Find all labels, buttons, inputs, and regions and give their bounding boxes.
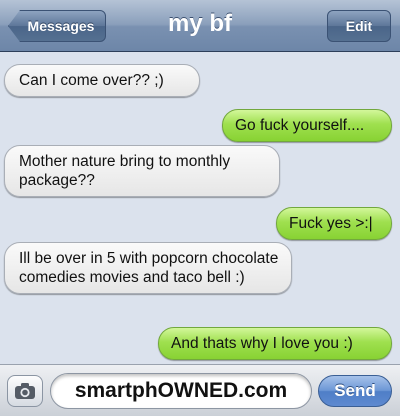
send-button[interactable]: Send <box>318 375 392 407</box>
message-bubble-received: Ill be over in 5 with popcorn chocolate … <box>4 242 292 294</box>
message-bubble-received: Can I come over?? ;) <box>4 64 200 97</box>
message-bubble-sent: Fuck yes >:| <box>276 207 392 240</box>
message-bubble-sent: Go fuck yourself.... <box>222 109 392 142</box>
nav-bar: Messages my bf Edit <box>0 0 400 52</box>
message-input[interactable]: smartphOWNED.com <box>50 373 312 409</box>
conversation: Can I come over?? ;) Go fuck yourself...… <box>0 53 400 363</box>
camera-icon <box>15 383 35 399</box>
input-bar: smartphOWNED.com Send <box>0 364 400 416</box>
camera-button[interactable] <box>7 375 43 407</box>
message-bubble-received: Mother nature bring to monthly package?? <box>4 145 280 197</box>
message-bubble-sent: And thats why I love you :) <box>158 327 392 360</box>
edit-button[interactable]: Edit <box>327 10 391 42</box>
